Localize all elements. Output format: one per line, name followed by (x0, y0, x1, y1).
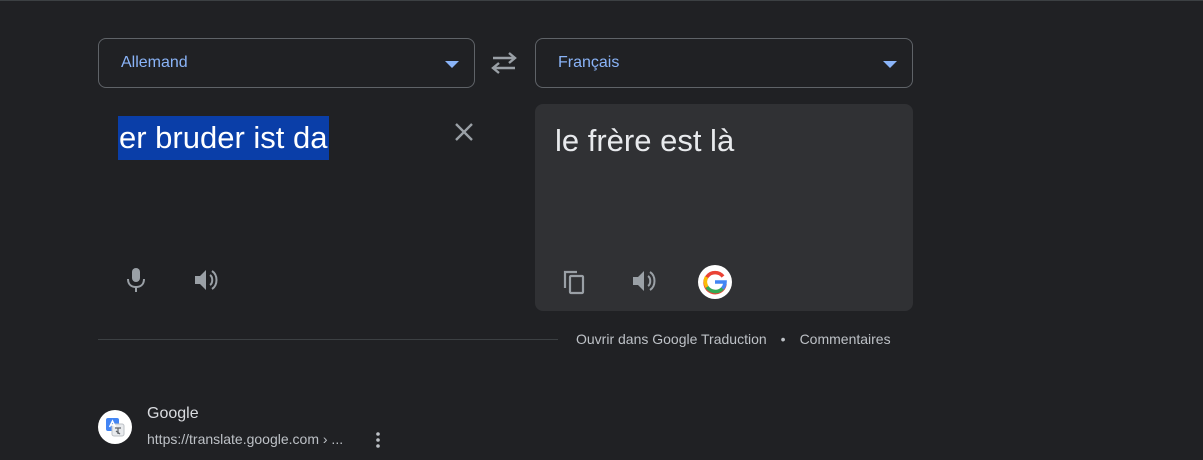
voice-input-button[interactable] (124, 266, 148, 294)
top-border (0, 0, 1203, 1)
copy-translation-button[interactable] (561, 268, 587, 296)
swap-icon (491, 52, 517, 74)
source-text-input[interactable]: er bruder ist da (118, 116, 329, 160)
translation-output-panel: le frère est là (535, 104, 913, 311)
source-language-select[interactable]: Allemand (98, 38, 475, 88)
clear-source-button[interactable] (452, 120, 476, 144)
speaker-icon (195, 270, 218, 290)
swap-languages-button[interactable] (489, 50, 519, 76)
more-vert-icon (376, 432, 380, 448)
microphone-icon (127, 268, 145, 292)
google-search-button[interactable] (698, 265, 732, 299)
listen-translation-button[interactable] (630, 267, 658, 295)
close-icon (455, 123, 473, 141)
chevron-down-icon (883, 61, 897, 68)
more-options-button[interactable] (370, 430, 386, 450)
google-logo (703, 270, 727, 295)
open-in-google-translate-link[interactable]: Ouvrir dans Google Traduction (576, 331, 767, 347)
copy-icon (563, 270, 585, 295)
translate-favicon (98, 410, 132, 444)
speaker-icon (633, 271, 656, 291)
separator-dot: • (780, 331, 786, 347)
target-language-select[interactable]: Français (535, 38, 913, 88)
target-language-label: Français (558, 54, 620, 71)
chevron-down-icon (445, 61, 459, 68)
translation-output-text: le frère est là (555, 123, 735, 158)
source-language-label: Allemand (121, 54, 188, 71)
result-url[interactable]: https://translate.google.com › ... (147, 431, 343, 447)
result-site-name[interactable]: Google (147, 405, 199, 423)
translate-footer-links: Ouvrir dans Google Traduction • Commentair… (576, 331, 891, 347)
divider (98, 339, 558, 340)
translate-favicon-icon (106, 418, 125, 437)
listen-source-button[interactable] (192, 266, 220, 294)
feedback-link[interactable]: Commentaires (800, 331, 891, 347)
